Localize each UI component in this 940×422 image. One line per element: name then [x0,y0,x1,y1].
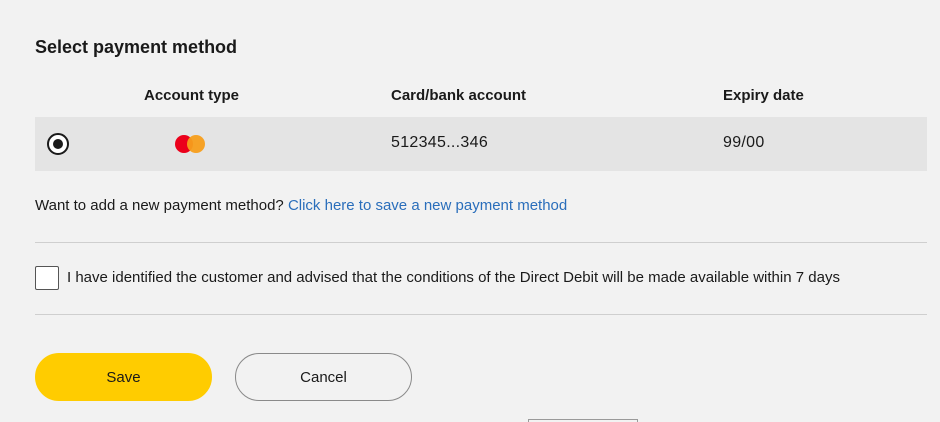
card-number: 512345...346 [391,134,489,151]
header-card-bank-account: Card/bank account [391,87,527,104]
mastercard-orange-circle [187,135,205,153]
cancel-button[interactable]: Cancel [235,353,412,401]
add-payment-method-link[interactable]: Click here to save a new payment method [288,197,567,214]
header-expiry-date: Expiry date [723,87,804,104]
save-button[interactable]: Save [35,353,212,401]
section-title: Select payment method [35,37,238,57]
mastercard-icon [175,134,207,154]
add-method-prompt: Want to add a new payment method? [35,197,284,214]
consent-label: I have identified the customer and advis… [67,269,840,286]
expiry-date: 99/00 [723,134,765,151]
payment-method-page: Select payment method Account type Card/… [0,0,940,422]
header-account-type: Account type [144,87,240,104]
add-payment-method-line: Want to add a new payment method? Click … [35,197,567,214]
payment-method-row[interactable]: 512345...346 99/00 [35,117,927,171]
divider [35,314,927,315]
payment-method-radio[interactable] [47,133,69,155]
table-header: Account type Card/bank account Expiry da… [0,87,940,107]
divider [35,242,927,243]
consent-checkbox[interactable] [35,266,59,290]
